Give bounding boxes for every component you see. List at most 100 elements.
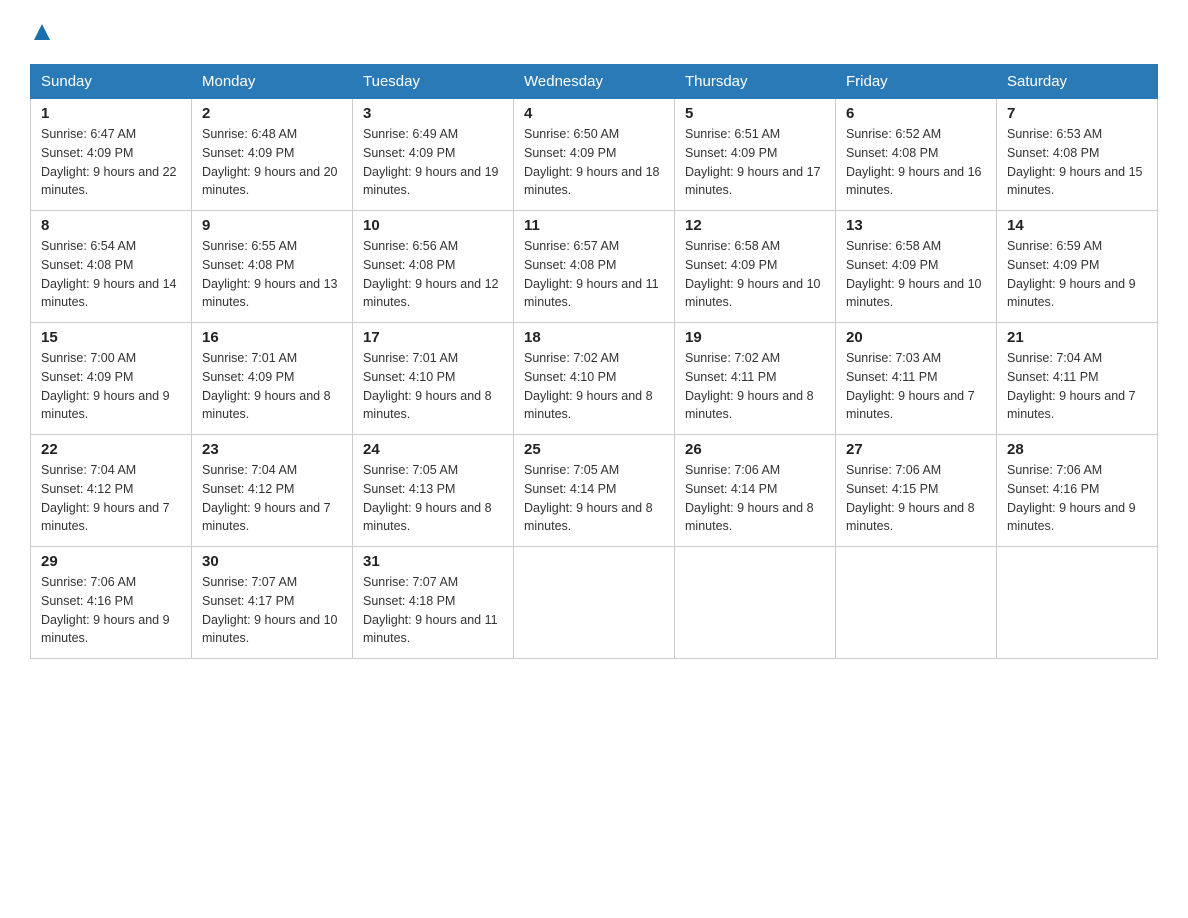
calendar-cell: 18 Sunrise: 7:02 AMSunset: 4:10 PMDaylig…	[514, 323, 675, 435]
day-info: Sunrise: 6:47 AMSunset: 4:09 PMDaylight:…	[41, 125, 181, 200]
day-info: Sunrise: 7:04 AMSunset: 4:12 PMDaylight:…	[202, 461, 342, 536]
day-info: Sunrise: 6:55 AMSunset: 4:08 PMDaylight:…	[202, 237, 342, 312]
day-info: Sunrise: 7:03 AMSunset: 4:11 PMDaylight:…	[846, 349, 986, 424]
day-number: 16	[202, 329, 342, 346]
calendar-cell	[675, 547, 836, 659]
day-info: Sunrise: 6:56 AMSunset: 4:08 PMDaylight:…	[363, 237, 503, 312]
calendar-cell: 24 Sunrise: 7:05 AMSunset: 4:13 PMDaylig…	[353, 435, 514, 547]
day-number: 26	[685, 441, 825, 458]
day-info: Sunrise: 7:02 AMSunset: 4:10 PMDaylight:…	[524, 349, 664, 424]
calendar-cell: 29 Sunrise: 7:06 AMSunset: 4:16 PMDaylig…	[31, 547, 192, 659]
day-number: 18	[524, 329, 664, 346]
calendar-cell: 2 Sunrise: 6:48 AMSunset: 4:09 PMDayligh…	[192, 99, 353, 211]
day-info: Sunrise: 7:05 AMSunset: 4:14 PMDaylight:…	[524, 461, 664, 536]
calendar-cell: 10 Sunrise: 6:56 AMSunset: 4:08 PMDaylig…	[353, 211, 514, 323]
day-number: 24	[363, 441, 503, 458]
calendar-cell: 1 Sunrise: 6:47 AMSunset: 4:09 PMDayligh…	[31, 99, 192, 211]
week-row-2: 8 Sunrise: 6:54 AMSunset: 4:08 PMDayligh…	[31, 211, 1158, 323]
calendar-cell: 19 Sunrise: 7:02 AMSunset: 4:11 PMDaylig…	[675, 323, 836, 435]
calendar-cell: 12 Sunrise: 6:58 AMSunset: 4:09 PMDaylig…	[675, 211, 836, 323]
logo	[30, 20, 52, 44]
day-info: Sunrise: 7:04 AMSunset: 4:12 PMDaylight:…	[41, 461, 181, 536]
weekday-header-wednesday: Wednesday	[514, 65, 675, 99]
logo-arrow-icon	[32, 22, 52, 44]
weekday-header-sunday: Sunday	[31, 65, 192, 99]
day-info: Sunrise: 7:07 AMSunset: 4:17 PMDaylight:…	[202, 573, 342, 648]
day-number: 6	[846, 105, 986, 122]
weekday-header-friday: Friday	[836, 65, 997, 99]
weekday-header-monday: Monday	[192, 65, 353, 99]
day-info: Sunrise: 7:05 AMSunset: 4:13 PMDaylight:…	[363, 461, 503, 536]
day-number: 21	[1007, 329, 1147, 346]
day-info: Sunrise: 6:54 AMSunset: 4:08 PMDaylight:…	[41, 237, 181, 312]
day-info: Sunrise: 7:06 AMSunset: 4:16 PMDaylight:…	[1007, 461, 1147, 536]
calendar-cell: 26 Sunrise: 7:06 AMSunset: 4:14 PMDaylig…	[675, 435, 836, 547]
calendar-cell: 27 Sunrise: 7:06 AMSunset: 4:15 PMDaylig…	[836, 435, 997, 547]
calendar-cell: 20 Sunrise: 7:03 AMSunset: 4:11 PMDaylig…	[836, 323, 997, 435]
day-number: 20	[846, 329, 986, 346]
calendar-cell	[997, 547, 1158, 659]
day-number: 7	[1007, 105, 1147, 122]
calendar-cell: 30 Sunrise: 7:07 AMSunset: 4:17 PMDaylig…	[192, 547, 353, 659]
day-number: 29	[41, 553, 181, 570]
day-number: 27	[846, 441, 986, 458]
day-number: 17	[363, 329, 503, 346]
calendar-cell: 22 Sunrise: 7:04 AMSunset: 4:12 PMDaylig…	[31, 435, 192, 547]
week-row-3: 15 Sunrise: 7:00 AMSunset: 4:09 PMDaylig…	[31, 323, 1158, 435]
calendar-table: SundayMondayTuesdayWednesdayThursdayFrid…	[30, 64, 1158, 659]
calendar-cell: 11 Sunrise: 6:57 AMSunset: 4:08 PMDaylig…	[514, 211, 675, 323]
day-info: Sunrise: 6:52 AMSunset: 4:08 PMDaylight:…	[846, 125, 986, 200]
calendar-cell: 31 Sunrise: 7:07 AMSunset: 4:18 PMDaylig…	[353, 547, 514, 659]
day-number: 11	[524, 217, 664, 234]
day-number: 2	[202, 105, 342, 122]
day-info: Sunrise: 6:49 AMSunset: 4:09 PMDaylight:…	[363, 125, 503, 200]
calendar-cell: 9 Sunrise: 6:55 AMSunset: 4:08 PMDayligh…	[192, 211, 353, 323]
day-info: Sunrise: 6:58 AMSunset: 4:09 PMDaylight:…	[685, 237, 825, 312]
calendar-cell	[836, 547, 997, 659]
day-number: 4	[524, 105, 664, 122]
weekday-header-tuesday: Tuesday	[353, 65, 514, 99]
week-row-1: 1 Sunrise: 6:47 AMSunset: 4:09 PMDayligh…	[31, 99, 1158, 211]
week-row-4: 22 Sunrise: 7:04 AMSunset: 4:12 PMDaylig…	[31, 435, 1158, 547]
day-number: 8	[41, 217, 181, 234]
day-number: 13	[846, 217, 986, 234]
calendar-cell: 25 Sunrise: 7:05 AMSunset: 4:14 PMDaylig…	[514, 435, 675, 547]
calendar-cell: 7 Sunrise: 6:53 AMSunset: 4:08 PMDayligh…	[997, 99, 1158, 211]
day-info: Sunrise: 6:58 AMSunset: 4:09 PMDaylight:…	[846, 237, 986, 312]
day-number: 9	[202, 217, 342, 234]
day-info: Sunrise: 6:53 AMSunset: 4:08 PMDaylight:…	[1007, 125, 1147, 200]
calendar-cell: 28 Sunrise: 7:06 AMSunset: 4:16 PMDaylig…	[997, 435, 1158, 547]
calendar-cell: 14 Sunrise: 6:59 AMSunset: 4:09 PMDaylig…	[997, 211, 1158, 323]
day-info: Sunrise: 7:06 AMSunset: 4:14 PMDaylight:…	[685, 461, 825, 536]
day-info: Sunrise: 6:57 AMSunset: 4:08 PMDaylight:…	[524, 237, 664, 312]
day-info: Sunrise: 6:50 AMSunset: 4:09 PMDaylight:…	[524, 125, 664, 200]
day-info: Sunrise: 6:48 AMSunset: 4:09 PMDaylight:…	[202, 125, 342, 200]
calendar-cell: 5 Sunrise: 6:51 AMSunset: 4:09 PMDayligh…	[675, 99, 836, 211]
day-number: 15	[41, 329, 181, 346]
calendar-cell: 17 Sunrise: 7:01 AMSunset: 4:10 PMDaylig…	[353, 323, 514, 435]
day-info: Sunrise: 7:04 AMSunset: 4:11 PMDaylight:…	[1007, 349, 1147, 424]
day-number: 12	[685, 217, 825, 234]
day-number: 31	[363, 553, 503, 570]
day-number: 25	[524, 441, 664, 458]
day-info: Sunrise: 7:01 AMSunset: 4:10 PMDaylight:…	[363, 349, 503, 424]
week-row-5: 29 Sunrise: 7:06 AMSunset: 4:16 PMDaylig…	[31, 547, 1158, 659]
weekday-header-thursday: Thursday	[675, 65, 836, 99]
day-number: 10	[363, 217, 503, 234]
calendar-cell: 15 Sunrise: 7:00 AMSunset: 4:09 PMDaylig…	[31, 323, 192, 435]
day-number: 23	[202, 441, 342, 458]
calendar-cell: 16 Sunrise: 7:01 AMSunset: 4:09 PMDaylig…	[192, 323, 353, 435]
day-info: Sunrise: 6:59 AMSunset: 4:09 PMDaylight:…	[1007, 237, 1147, 312]
day-number: 30	[202, 553, 342, 570]
day-info: Sunrise: 6:51 AMSunset: 4:09 PMDaylight:…	[685, 125, 825, 200]
calendar-cell: 4 Sunrise: 6:50 AMSunset: 4:09 PMDayligh…	[514, 99, 675, 211]
day-number: 14	[1007, 217, 1147, 234]
day-number: 22	[41, 441, 181, 458]
day-info: Sunrise: 7:00 AMSunset: 4:09 PMDaylight:…	[41, 349, 181, 424]
day-info: Sunrise: 7:01 AMSunset: 4:09 PMDaylight:…	[202, 349, 342, 424]
day-number: 5	[685, 105, 825, 122]
calendar-cell	[514, 547, 675, 659]
day-info: Sunrise: 7:06 AMSunset: 4:15 PMDaylight:…	[846, 461, 986, 536]
calendar-cell: 3 Sunrise: 6:49 AMSunset: 4:09 PMDayligh…	[353, 99, 514, 211]
day-number: 19	[685, 329, 825, 346]
